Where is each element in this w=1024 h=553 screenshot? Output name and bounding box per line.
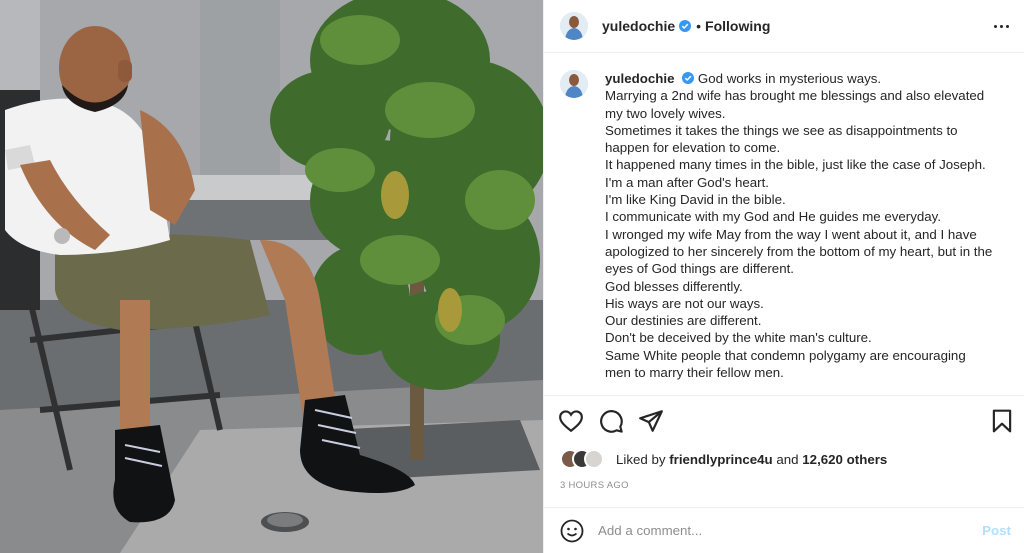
caption-line: God blesses differently. xyxy=(605,278,743,294)
post-details-panel: yuledochie • Following yuledochie God wo… xyxy=(543,0,1024,553)
caption-line: Same White people that condemn polygamy … xyxy=(605,347,966,381)
avatar[interactable] xyxy=(560,12,588,40)
likes-row: Liked by friendlyprince4u and 12,620 oth… xyxy=(560,448,887,470)
caption-username[interactable]: yuledochie xyxy=(605,71,674,86)
heart-icon[interactable] xyxy=(558,408,584,434)
emoji-icon[interactable] xyxy=(560,519,584,543)
post-username[interactable]: yuledochie xyxy=(602,18,675,34)
likes-connector: and xyxy=(776,451,799,467)
caption-area: yuledochie God works in mysterious ways.… xyxy=(544,54,1024,394)
caption-line: I'm like King David in the bible. xyxy=(605,192,786,208)
verified-badge-icon xyxy=(682,72,695,84)
separator-dot: • xyxy=(696,18,702,34)
post-image xyxy=(0,0,543,553)
liker-avatars[interactable] xyxy=(560,449,606,469)
post-timestamp[interactable]: 3 HOURS AGO xyxy=(560,480,629,491)
post-comment-button[interactable]: Post xyxy=(982,523,1011,538)
caption-line: His ways are not our ways. xyxy=(605,295,764,311)
caption-avatar[interactable] xyxy=(560,70,588,98)
likes-others-link[interactable]: 12,620 others xyxy=(802,452,887,467)
caption-line: Marrying a 2nd wife has brought me bless… xyxy=(605,88,985,121)
bookmark-icon[interactable] xyxy=(989,408,1015,434)
share-icon[interactable] xyxy=(638,408,664,434)
comment-input[interactable] xyxy=(598,523,958,538)
caption-line: I communicate with my God and He guides … xyxy=(605,209,942,225)
caption-line: Don't be deceived by the white man's cul… xyxy=(605,330,872,346)
post-header: yuledochie • Following xyxy=(544,0,1024,53)
avatar xyxy=(584,449,604,469)
more-options-icon[interactable] xyxy=(991,16,1011,36)
caption-line: God works in mysterious ways. xyxy=(697,71,882,86)
likes-summary: Liked by friendlyprince4u and 12,620 oth… xyxy=(616,452,887,467)
liker-username[interactable]: friendlyprince4u xyxy=(669,452,772,467)
following-button[interactable]: Following xyxy=(705,18,770,34)
caption-line: Sometimes it takes the things we see as … xyxy=(605,122,958,156)
action-bar xyxy=(544,395,1024,445)
verified-badge-icon xyxy=(679,20,692,32)
likes-prefix: Liked by xyxy=(616,451,666,467)
caption-text: yuledochie God works in mysterious ways.… xyxy=(605,70,995,381)
caption-line: I wronged my wife May from the way I wen… xyxy=(605,226,993,277)
caption-line: I'm a man after God's heart. xyxy=(605,174,769,190)
caption-line: It happened many times in the bible, jus… xyxy=(605,157,986,173)
post-photo[interactable] xyxy=(0,0,543,553)
avatar-image xyxy=(560,12,588,40)
comment-icon[interactable] xyxy=(598,408,624,434)
comment-bar: Post xyxy=(544,507,1024,553)
caption-line: Our destinies are different. xyxy=(605,313,762,329)
avatar-image xyxy=(560,70,588,98)
